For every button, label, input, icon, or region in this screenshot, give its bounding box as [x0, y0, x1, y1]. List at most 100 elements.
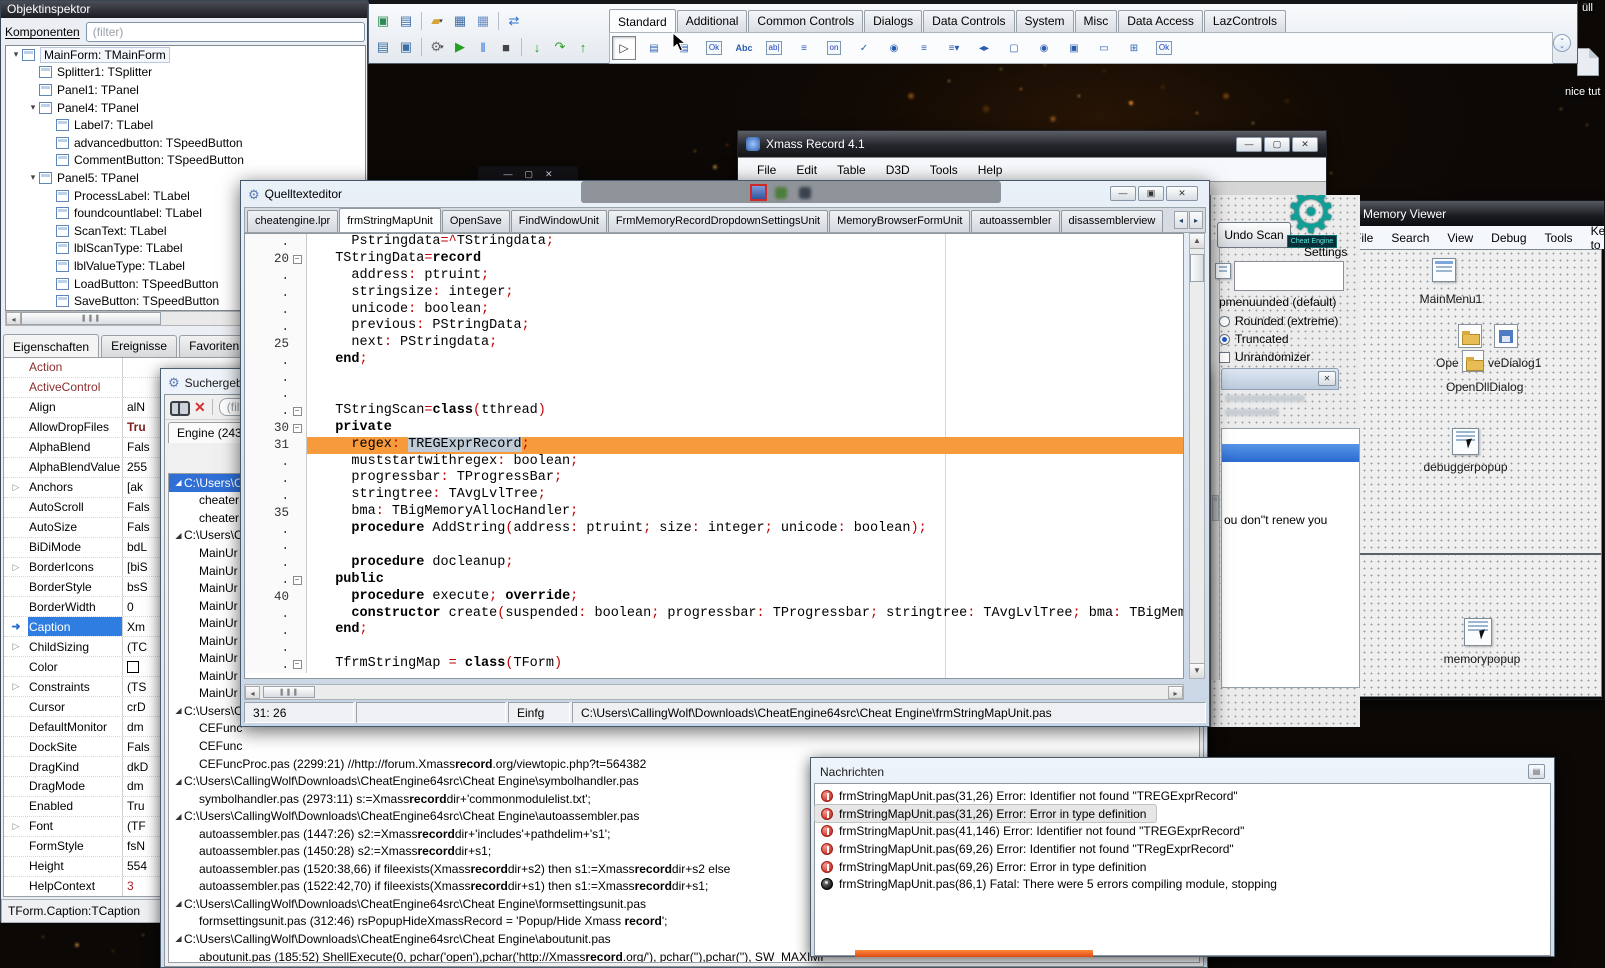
tcombobox-icon[interactable]: ≡▾ — [942, 36, 966, 60]
selected-list-row[interactable] — [1222, 444, 1359, 462]
expand-icon[interactable]: ▷ — [4, 641, 28, 652]
code-line[interactable]: 40 procedure execute; override; — [245, 588, 1183, 606]
editor-tab-frmmemoryrecorddropdownsettingsunit[interactable]: FrmMemoryRecordDropdownSettingsUnit — [607, 210, 829, 232]
open-icon[interactable]: ▰ ▾ — [427, 11, 447, 31]
menu-item-d3d[interactable]: D3D — [877, 160, 919, 180]
tedit-icon[interactable]: ab| — [762, 36, 786, 60]
palette-tab-standard[interactable]: Standard — [609, 9, 676, 33]
expanded-icon[interactable]: ◢ — [173, 777, 184, 786]
editor-hscrollbar[interactable]: ◂ ❚❚❚ ▸ — [244, 684, 1184, 700]
code-line[interactable]: . muststartwithregex: boolean; — [245, 453, 1183, 471]
desktop-icon-label[interactable]: nice tut — [1565, 86, 1600, 98]
menu-item-help[interactable]: Help — [969, 160, 1012, 180]
expanded-icon[interactable]: ◢ — [173, 478, 184, 487]
code-line[interactable]: . procedure AddString(address: ptruint; … — [245, 521, 1183, 539]
code-line[interactable]: . stringtree: TAvgLvlTree; — [245, 487, 1183, 505]
menu-item-edit[interactable]: Edit — [787, 160, 826, 180]
code-line[interactable]: . previous: PStringData; — [245, 318, 1183, 336]
palette-tab-lazcontrols[interactable]: LazControls — [1203, 10, 1286, 32]
component-label[interactable]: OpenDllDialog — [1446, 380, 1523, 394]
message-row[interactable]: frmStringMapUnit.pas(41,146) Error: Iden… — [815, 822, 1550, 840]
palette-tab-system[interactable]: System — [1015, 10, 1074, 32]
open-dialog-icon[interactable] — [1462, 350, 1484, 372]
settings-input[interactable] — [1234, 261, 1344, 291]
fold-icon[interactable]: − — [289, 254, 305, 264]
tactionlist-icon[interactable]: Ok — [1152, 36, 1176, 60]
tmainmenu-component-icon[interactable] — [1432, 258, 1456, 282]
tradiogroup-icon[interactable]: ◉ — [1032, 36, 1056, 60]
tab-ereignisse[interactable]: Ereignisse — [101, 335, 178, 357]
expanded-icon[interactable]: ▾ — [10, 49, 22, 60]
expand-icon[interactable]: ▷ — [4, 681, 28, 692]
close-page-icon[interactable]: ✕ — [194, 399, 206, 416]
menu-item-tools[interactable]: Tools — [1536, 228, 1582, 248]
code-area[interactable]: . Pstringdata=^TStringdata; 20− TStringDa… — [244, 233, 1184, 679]
menu-item-debug[interactable]: Debug — [1482, 228, 1535, 248]
palette-tab-common-controls[interactable]: Common Controls — [748, 10, 864, 32]
editor-tab-cheatengine.lpr[interactable]: cheatengine.lpr — [247, 210, 339, 232]
message-row[interactable]: frmStringMapUnit.pas(31,26) Error: Ident… — [815, 787, 1550, 805]
editor-tab-frmstringmapunit[interactable]: frmStringMapUnit — [339, 208, 441, 232]
undo-scan-button[interactable]: Undo Scan — [1217, 222, 1291, 248]
code-line[interactable]: . unicode: boolean; — [245, 301, 1183, 319]
code-line[interactable]: . procedure docleanup; — [245, 554, 1183, 572]
tree-item[interactable]: ▾ Panel4: TPanel — [6, 99, 365, 117]
messages-options-icon[interactable]: ▤ — [1528, 764, 1545, 779]
code-line[interactable]: . end; — [245, 622, 1183, 640]
speedbutton-icon[interactable] — [1215, 263, 1231, 279]
code-line[interactable]: . − TfrmStringMap = class(TForm) — [245, 656, 1183, 674]
message-row[interactable]: frmStringMapUnit.pas(31,26) Error: Error… — [813, 803, 1158, 824]
expanded-icon[interactable]: ◢ — [173, 934, 184, 943]
close-button[interactable]: ✕ — [1166, 186, 1198, 201]
component-label[interactable]: MainMenu1 — [1406, 292, 1496, 306]
menu-item-search[interactable]: Search — [1382, 228, 1438, 248]
save-all-icon[interactable]: ▦ — [473, 11, 493, 31]
ttogglebox-icon[interactable]: on — [822, 36, 846, 60]
save-dialog-icon[interactable] — [1494, 324, 1518, 348]
code-line[interactable]: . address: ptruint; — [245, 267, 1183, 285]
step-out-icon[interactable]: ↑ — [573, 37, 593, 57]
tmemo-icon[interactable]: ≡ — [792, 36, 816, 60]
build-mode-icon[interactable]: ⇄ — [504, 11, 524, 31]
expand-icon[interactable]: ▷ — [4, 821, 28, 832]
menu-item-tools[interactable]: Tools — [921, 160, 967, 180]
step-into-icon[interactable]: ↓ — [527, 37, 547, 57]
checkbox-unrandomizer[interactable]: Unrandomizer — [1219, 350, 1310, 364]
tree-item[interactable]: advancedbutton: TSpeedButton — [6, 134, 365, 152]
view-units-icon[interactable]: ▤ — [373, 37, 393, 57]
component-label[interactable]: Ope — [1436, 356, 1459, 370]
tree-item[interactable]: Label7: TLabel — [6, 116, 365, 134]
tree-item[interactable]: CommentButton: TSpeedButton — [6, 152, 365, 170]
editor-tab-findwindowunit[interactable]: FindWindowUnit — [510, 210, 607, 232]
tab-favoriten[interactable]: Favoriten — [179, 335, 250, 357]
code-line[interactable]: 25 next: PStringdata; — [245, 335, 1183, 353]
tcheckgroup-icon[interactable]: ▣ — [1062, 36, 1086, 60]
code-line[interactable]: 31 regex: TREGExprRecord; — [245, 436, 1183, 454]
code-line[interactable]: 35 bma: TBigMemoryAllocHandler; — [245, 504, 1183, 522]
tree-item[interactable]: Panel1: TPanel — [6, 81, 365, 99]
editor-tab-disassemblerview[interactable]: disassemblerview — [1060, 210, 1164, 232]
maximize-button[interactable]: ▢ — [1264, 136, 1290, 152]
menu-item-view[interactable]: View — [1438, 228, 1482, 248]
text-file-icon[interactable] — [1577, 48, 1599, 76]
restore-button[interactable]: ▣ — [1138, 186, 1164, 201]
tab-eigenschaften[interactable]: Eigenschaften — [3, 334, 100, 358]
code-line[interactable]: . progressbar: TProgressBar; — [245, 470, 1183, 488]
stop-icon[interactable]: ■ — [496, 37, 516, 57]
expanded-icon[interactable]: ▾ — [27, 102, 39, 113]
close-button[interactable]: ✕ — [1292, 136, 1318, 152]
menu-item-file[interactable]: File — [748, 160, 785, 180]
radio-icon[interactable] — [1219, 315, 1230, 327]
expanded-icon[interactable]: ◢ — [173, 812, 184, 821]
radio-truncated[interactable]: Truncated — [1219, 332, 1289, 346]
tradiobutton-icon[interactable]: ◉ — [882, 36, 906, 60]
tree-item[interactable]: ▾ MainForm: TMainForm — [6, 46, 365, 64]
options-icon[interactable]: ⚙ ▾ — [427, 37, 447, 57]
message-row[interactable]: frmStringMapUnit.pas(69,26) Error: Error… — [815, 858, 1550, 876]
fold-icon[interactable]: − — [289, 575, 305, 585]
tframe-icon[interactable]: ⊞ — [1122, 36, 1146, 60]
code-line[interactable]: . − TStringScan=class(tthread) — [245, 402, 1183, 420]
code-line[interactable]: 20− TStringData=record — [245, 250, 1183, 268]
component-label[interactable]: veDialog1 — [1488, 356, 1541, 370]
tscrollbar-icon[interactable]: ◂▸ — [972, 36, 996, 60]
